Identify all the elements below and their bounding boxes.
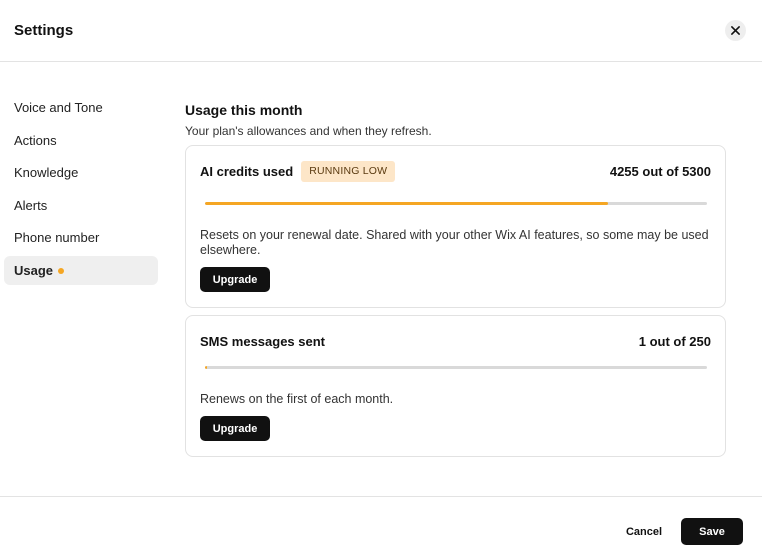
sidebar-item-actions[interactable]: Actions — [4, 126, 158, 155]
sms-messages-card: SMS messages sent 1 out of 250 Renews on… — [185, 315, 726, 457]
sidebar-item-phone-number[interactable]: Phone number — [4, 223, 158, 252]
progress-track — [205, 202, 707, 205]
close-icon — [731, 26, 740, 35]
status-badge: RUNNING LOW — [301, 160, 396, 182]
sidebar-item-label: Alerts — [14, 197, 48, 213]
cancel-button[interactable]: Cancel — [616, 519, 672, 544]
close-button[interactable] — [725, 20, 746, 41]
settings-sidebar: Voice and Tone Actions Knowledge Alerts … — [4, 93, 158, 288]
upgrade-button[interactable]: Upgrade — [200, 267, 270, 292]
card-description: Renews on the first of each month. — [200, 392, 394, 406]
sidebar-item-voice-and-tone[interactable]: Voice and Tone — [4, 93, 158, 122]
sidebar-item-label: Usage — [14, 262, 54, 278]
ai-credits-card: AI credits used RUNNING LOW 4255 out of … — [185, 145, 726, 308]
sidebar-item-knowledge[interactable]: Knowledge — [4, 158, 158, 187]
card-header: SMS messages sent 1 out of 250 — [200, 330, 711, 352]
sidebar-item-label: Phone number — [14, 230, 100, 245]
card-title: AI credits used — [200, 163, 294, 179]
usage-count: 1 out of 250 — [638, 333, 711, 349]
page-title: Settings — [14, 22, 74, 39]
section-title: Usage this month — [185, 102, 303, 118]
sidebar-item-label: Actions — [14, 132, 57, 148]
card-description: Resets on your renewal date. Shared with… — [200, 228, 709, 257]
section-subtitle: Your plan's allowances and when they ref… — [185, 124, 432, 138]
settings-footer: Cancel Save — [0, 496, 762, 559]
upgrade-button[interactable]: Upgrade — [200, 416, 270, 441]
sidebar-item-alerts[interactable]: Alerts — [4, 191, 158, 220]
card-title: SMS messages sent — [200, 333, 326, 349]
sidebar-item-label: Knowledge — [14, 165, 79, 180]
sidebar-item-label: Voice and Tone — [14, 100, 103, 115]
usage-section-header: Usage this month Your plan's allowances … — [185, 102, 726, 138]
settings-header: Settings — [0, 0, 762, 62]
usage-count: 4255 out of 5300 — [609, 163, 711, 179]
save-button[interactable]: Save — [681, 518, 743, 545]
progress-track — [205, 366, 707, 369]
progress-fill — [205, 202, 609, 205]
sidebar-item-usage[interactable]: Usage — [4, 255, 158, 285]
progress-fill — [205, 366, 207, 369]
status-dot-icon — [58, 267, 65, 274]
card-header: AI credits used RUNNING LOW 4255 out of … — [200, 160, 711, 182]
